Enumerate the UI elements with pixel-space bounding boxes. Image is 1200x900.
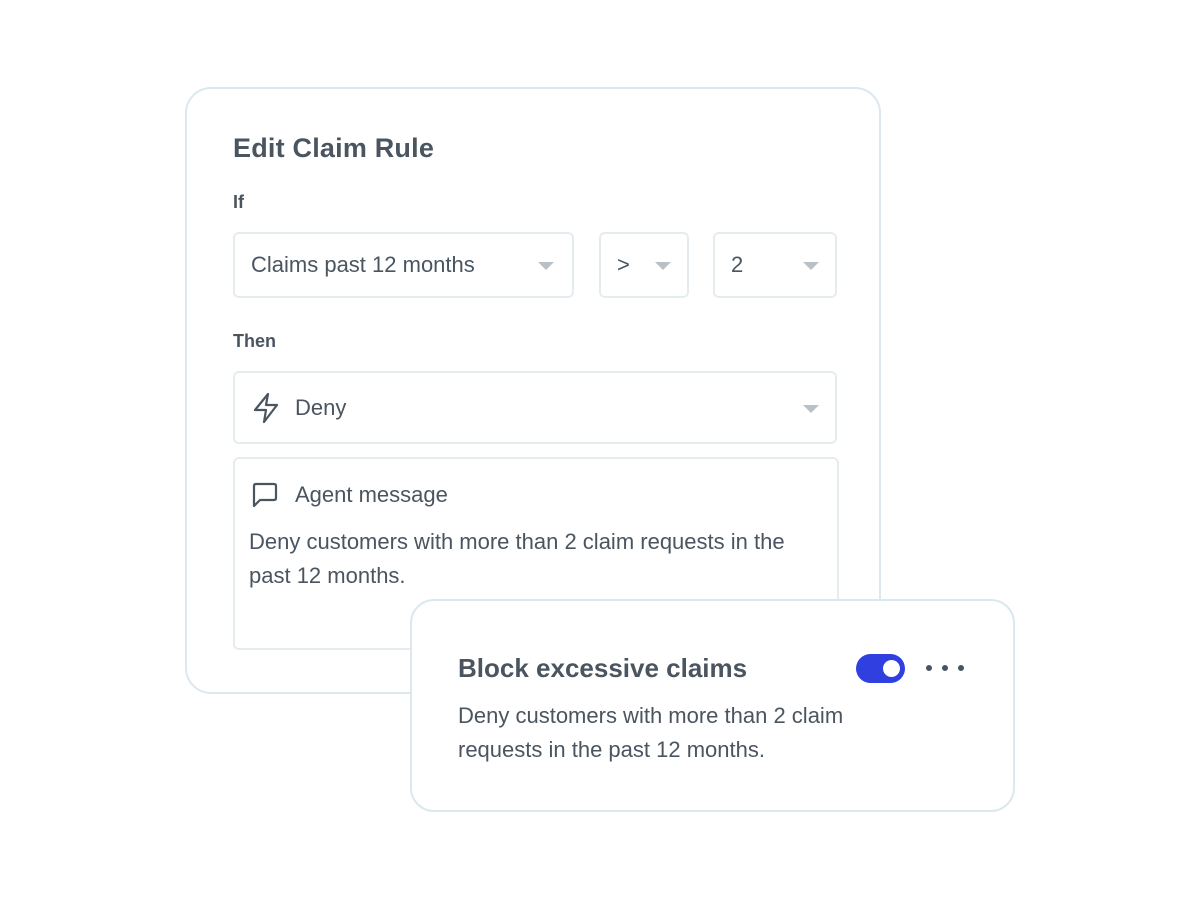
agent-message-label: Agent message: [295, 482, 448, 507]
dot: [926, 665, 932, 671]
more-horizontal-icon[interactable]: [926, 653, 964, 683]
dot: [942, 665, 948, 671]
agent-message-header: Agent message: [251, 481, 448, 509]
dot: [958, 665, 964, 671]
condition-metric-value: Claims past 12 months: [251, 252, 475, 277]
rule-summary-description: Deny customers with more than 2 claim re…: [458, 703, 844, 762]
chevron-down-icon: [803, 262, 819, 270]
rule-summary-title: Block excessive claims: [458, 653, 748, 683]
lightning-icon: [251, 392, 281, 424]
agent-message-text[interactable]: Deny customers with more than 2 claim re…: [249, 525, 789, 593]
chevron-down-icon: [538, 262, 554, 270]
condition-metric-select[interactable]: Claims past 12 months: [233, 232, 574, 298]
action-value: Deny: [295, 394, 347, 420]
message-square-icon: [251, 481, 279, 509]
chevron-down-icon: [655, 262, 671, 270]
condition-value-select[interactable]: 2: [713, 232, 837, 298]
then-label: Then: [233, 331, 276, 351]
if-label: If: [233, 192, 244, 212]
condition-operator-value: >: [617, 252, 630, 277]
chevron-down-icon: [803, 404, 819, 413]
condition-operator-select[interactable]: >: [599, 232, 689, 298]
stage: Edit Claim Rule If Claims past 12 months…: [0, 0, 1200, 900]
rule-enabled-toggle[interactable]: [856, 654, 905, 683]
rule-editor-title: Edit Claim Rule: [233, 133, 435, 163]
action-select[interactable]: Deny: [233, 371, 837, 444]
condition-value-value: 2: [731, 252, 744, 277]
toggle-knob: [883, 660, 900, 677]
rule-summary-card: Block excessive claims Deny customers wi…: [410, 599, 1015, 812]
